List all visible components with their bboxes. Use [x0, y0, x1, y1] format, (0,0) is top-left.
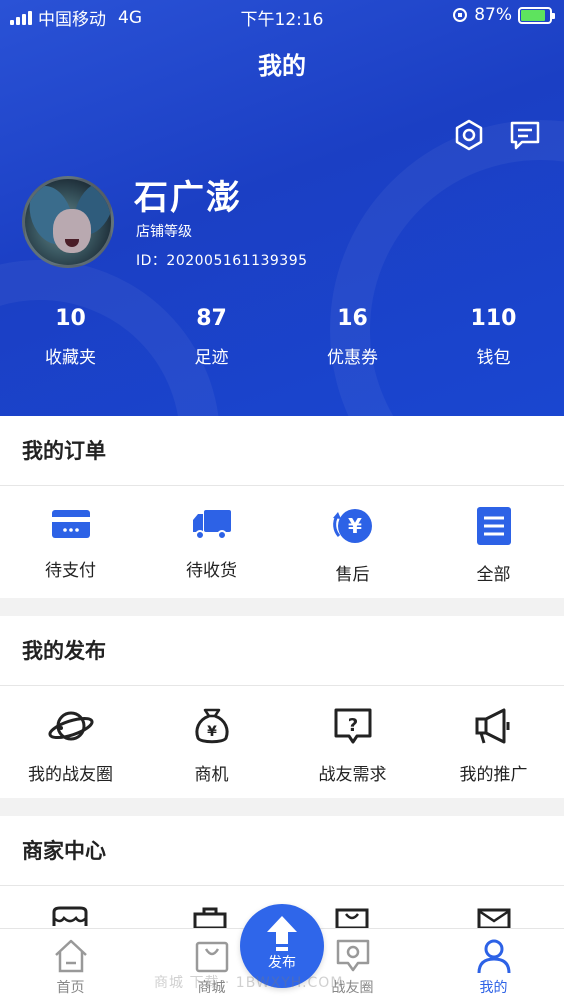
publish-label: 发布 — [268, 955, 296, 971]
svg-text:?: ? — [347, 715, 357, 736]
stat-label: 足迹 — [194, 348, 229, 368]
battery-icon — [518, 6, 555, 24]
merchant-title: 商家中心 — [0, 816, 564, 886]
stat-wallet[interactable]: 110 钱包 — [423, 306, 564, 368]
publish-opportunity[interactable]: ¥ 商机 — [141, 686, 282, 798]
chat-location-icon — [336, 939, 369, 972]
yuan-refresh-icon: ¥ — [332, 509, 372, 543]
publish-label: 我的战友圈 — [28, 765, 113, 785]
svg-text:¥: ¥ — [348, 514, 362, 538]
publish-label: 我的推广 — [459, 765, 528, 785]
list-icon — [476, 507, 511, 545]
publish-title: 我的发布 — [0, 616, 564, 686]
briefcase-icon[interactable] — [192, 906, 228, 928]
shop-level[interactable]: 店铺等级 — [136, 221, 192, 241]
publish-label: 商机 — [194, 765, 229, 785]
home-icon — [54, 939, 87, 973]
upload-arrow-icon — [267, 916, 297, 951]
publish-label: 战友需求 — [318, 765, 387, 785]
status-bar: 中国移动 4G 下午12:16 87% — [0, 0, 564, 32]
shop-icon[interactable] — [50, 906, 90, 928]
stat-value: 16 — [337, 306, 368, 331]
stat-label: 优惠券 — [327, 348, 378, 368]
tab-label: 首页 — [56, 980, 85, 996]
orders-title: 我的订单 — [0, 416, 564, 486]
card-icon — [51, 510, 90, 538]
order-pending-receipt[interactable]: 待收货 — [141, 486, 282, 598]
publish-my-circle[interactable]: 我的战友圈 — [0, 686, 141, 798]
svg-text:¥: ¥ — [207, 724, 217, 740]
stat-value: 87 — [196, 306, 227, 331]
battery-percent: 87% — [474, 5, 512, 25]
publish-section: 我的发布 我的战友圈 ¥ 商机 ? 战友需求 我的推广 — [0, 616, 564, 798]
tab-home[interactable]: 首页 — [0, 929, 141, 1003]
truck-icon — [192, 510, 231, 540]
stat-value: 110 — [470, 306, 517, 331]
stat-favorites[interactable]: 10 收藏夹 — [0, 306, 141, 368]
stat-label: 钱包 — [476, 348, 511, 368]
bag-icon — [195, 941, 228, 973]
money-bag-icon: ¥ — [194, 708, 229, 744]
user-name: 石广澎 — [134, 178, 242, 218]
publish-promotion[interactable]: 我的推广 — [423, 686, 564, 798]
watermark: 商城 下载 · 1BWXYH.COM — [154, 975, 344, 991]
stats-row: 10 收藏夹 87 足迹 16 优惠券 110 钱包 — [0, 306, 564, 368]
publish-demand[interactable]: ? 战友需求 — [282, 686, 423, 798]
stat-footprints[interactable]: 87 足迹 — [141, 306, 282, 368]
order-label: 全部 — [476, 565, 511, 585]
order-pending-payment[interactable]: 待支付 — [0, 486, 141, 598]
settings-hexagon-icon[interactable] — [452, 118, 486, 152]
stat-label: 收藏夹 — [45, 348, 96, 368]
planet-icon — [47, 711, 94, 741]
person-icon — [477, 939, 510, 974]
user-id: ID：202005161139395 — [136, 253, 308, 269]
tab-mine[interactable]: 我的 — [423, 929, 564, 1003]
orders-section: 我的订单 待支付 待收货 ¥ 售后 全部 — [0, 416, 564, 598]
order-label: 售后 — [335, 565, 370, 585]
question-bubble-icon: ? — [334, 708, 371, 744]
mail-icon[interactable] — [476, 906, 512, 928]
page-title: 我的 — [258, 52, 306, 80]
order-after-sales[interactable]: ¥ 售后 — [282, 486, 423, 598]
avatar[interactable] — [22, 176, 114, 268]
cart-bag-icon[interactable] — [334, 906, 370, 928]
stat-value: 10 — [55, 306, 86, 331]
orientation-lock-icon — [453, 8, 468, 22]
order-label: 待收货 — [186, 561, 237, 581]
stat-coupons[interactable]: 16 优惠券 — [282, 306, 423, 368]
tab-label: 我的 — [479, 980, 508, 996]
order-all[interactable]: 全部 — [423, 486, 564, 598]
order-label: 待支付 — [45, 561, 96, 581]
megaphone-icon — [475, 708, 509, 744]
message-icon[interactable] — [508, 118, 542, 152]
profile-header: 中国移动 4G 下午12:16 87% 我的 石广澎 店铺等级 ID：20200… — [0, 0, 564, 416]
